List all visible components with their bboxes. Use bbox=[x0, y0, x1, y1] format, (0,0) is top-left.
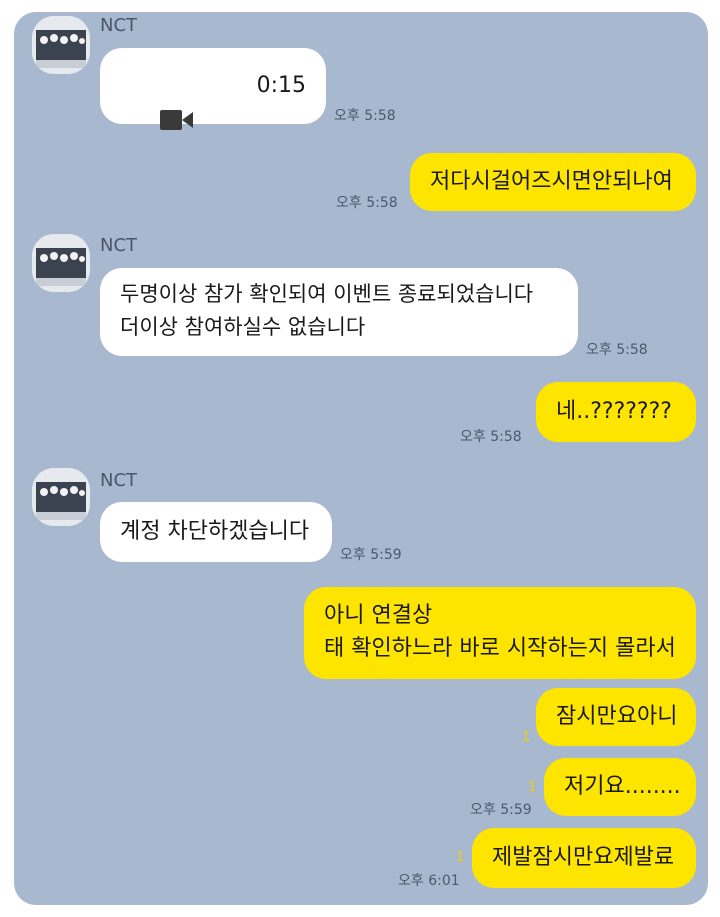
sender-name: NCT bbox=[100, 15, 138, 36]
profile-avatar[interactable] bbox=[32, 468, 90, 526]
profile-avatar[interactable] bbox=[32, 16, 90, 74]
incoming-message-bubble[interactable]: 계정 차단하겠습니다 bbox=[100, 502, 332, 562]
message-time: 오후 5:58 bbox=[336, 195, 398, 211]
message-time: 오후 5:59 bbox=[340, 547, 402, 563]
message-time: 오후 5:59 bbox=[470, 802, 532, 818]
message-time: 오후 5:58 bbox=[334, 108, 396, 124]
incoming-message-bubble[interactable]: 두명이상 참가 확인되여 이벤트 종료되었습니다 더이상 참여하실수 없습니다 bbox=[100, 268, 578, 356]
outgoing-message-bubble[interactable]: 저기요........ bbox=[544, 758, 696, 816]
video-message-bubble[interactable]: 0:15 bbox=[100, 48, 326, 130]
unread-count: 1 bbox=[522, 730, 531, 745]
outgoing-message-bubble[interactable]: 잠시만요아니 bbox=[536, 688, 696, 746]
video-camera-icon bbox=[118, 75, 194, 174]
unread-count: 1 bbox=[456, 850, 465, 865]
sender-name: NCT bbox=[100, 470, 138, 491]
message-time: 오후 5:58 bbox=[460, 429, 522, 445]
outgoing-message-bubble[interactable]: 아니 연결상 태 확인하느라 바로 시작하는지 몰라서 bbox=[304, 587, 696, 679]
unread-count: 1 bbox=[528, 780, 537, 795]
sender-name: NCT bbox=[100, 235, 138, 256]
message-time: 오후 6:01 bbox=[398, 873, 460, 889]
profile-avatar[interactable] bbox=[32, 234, 90, 292]
message-time: 오후 5:58 bbox=[586, 342, 648, 358]
chat-area[interactable]: NCT 0:15 오후 5:58 저다시걸어즈시면안되나여 오후 5:58 NC… bbox=[14, 12, 708, 905]
outgoing-message-bubble[interactable]: 저다시걸어즈시면안되나여 bbox=[410, 153, 696, 211]
video-duration: 0:15 bbox=[256, 73, 306, 98]
outgoing-message-bubble[interactable]: 제발잠시만요제발료 bbox=[472, 828, 696, 888]
outgoing-message-bubble[interactable]: 네..??????? bbox=[536, 382, 696, 442]
